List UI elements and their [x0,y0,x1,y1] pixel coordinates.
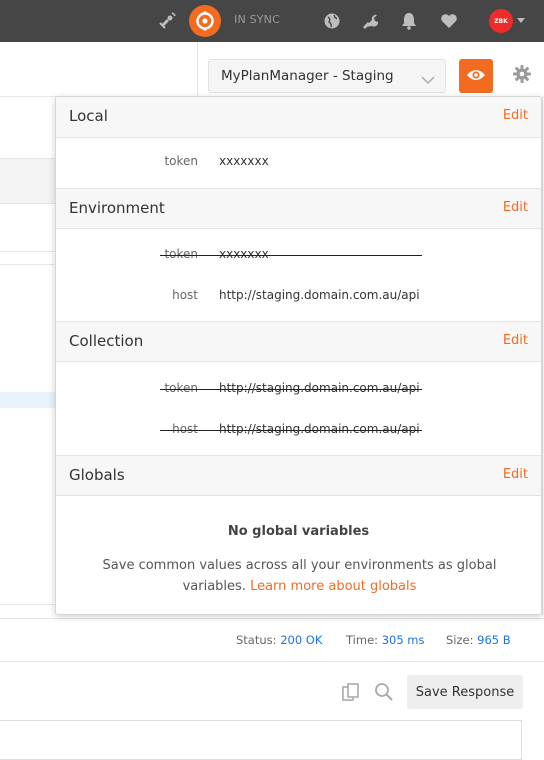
selected-row-highlight [0,392,60,408]
variable-key: token [164,381,198,395]
strikethrough-line [160,389,422,390]
time-value: 305 ms [381,633,425,647]
strikethrough-line [160,430,422,431]
environment-section-header: Environment Edit [56,188,541,229]
variable-key: token [164,247,198,261]
collection-section-header: Collection Edit [56,321,541,362]
section-title: Local [69,107,108,125]
heart-icon[interactable] [437,9,461,33]
response-time: Time: 305 ms [346,633,425,647]
environment-select-value: MyPlanManager - Staging [221,68,394,84]
variable-value: xxxxxxx [219,247,269,261]
satellite-icon[interactable] [155,9,179,33]
wrench-icon[interactable] [359,9,383,33]
search-icon[interactable] [374,682,394,706]
variable-value: http://staging.domain.com.au/api [219,422,420,436]
variable-key: host [172,422,198,436]
top-header-bar: IN SYNC ZBK [0,0,544,42]
variable-value: http://staging.domain.com.au/api [219,381,420,395]
avatar[interactable]: ZBK [489,9,513,33]
divider [197,42,198,96]
variable-row-overridden: token http://staging.domain.com.au/api [56,381,541,401]
local-section-header: Local Edit [56,97,541,138]
chevron-down-icon[interactable] [517,18,525,23]
divider [542,96,543,616]
section-title: Collection [69,332,144,350]
response-body-area[interactable] [0,720,522,760]
status-value: 200 OK [280,633,323,647]
avatar-text: ZBK [494,17,508,25]
variable-row: token xxxxxxx [56,154,541,174]
variable-row: host http://staging.domain.com.au/api [56,288,541,308]
learn-more-globals-link[interactable]: Learn more about globals [250,579,416,594]
variable-row-overridden: host http://staging.domain.com.au/api [56,422,541,442]
strikethrough-line [160,255,422,256]
divider [0,203,60,204]
response-status: Status: 200 OK [236,633,322,647]
divider [0,251,60,252]
environment-select[interactable]: MyPlanManager - Staging [208,59,446,93]
globals-edit-link[interactable]: Edit [503,467,528,482]
variable-value: xxxxxxx [219,154,269,168]
size-value: 965 B [477,633,511,647]
variable-key: token [164,154,198,168]
variable-key: host [172,288,198,302]
empty-state-description: Save common values across all your envir… [86,555,513,597]
tab-strip [0,159,60,203]
status-label: Status: [236,633,277,647]
bell-icon[interactable] [397,9,421,33]
chevron-down-icon [421,70,435,89]
globals-section-header: Globals Edit [56,455,541,496]
section-title: Globals [69,466,125,484]
sync-status-label: IN SYNC [234,13,280,26]
environment-quick-look-button[interactable] [459,59,493,93]
environment-edit-link[interactable]: Edit [503,200,528,215]
empty-state-title: No global variables [227,524,370,539]
time-label: Time: [346,633,379,647]
divider [0,618,544,619]
response-size: Size: 965 B [446,633,511,647]
section-title: Environment [69,199,165,217]
sync-icon[interactable] [189,5,221,37]
save-response-button[interactable]: Save Response [407,675,523,709]
divider [0,604,60,605]
environment-quick-look-popup: Local Edit token xxxxxxx Environment Edi… [55,96,542,615]
gear-icon [512,64,532,88]
variable-row-overridden: token xxxxxxx [56,247,541,267]
size-label: Size: [446,633,474,647]
eye-icon [466,67,486,86]
globe-icon[interactable] [320,9,344,33]
copy-icon[interactable] [341,682,361,706]
manage-environments-button[interactable] [505,59,539,93]
collection-edit-link[interactable]: Edit [503,333,528,348]
variable-value: http://staging.domain.com.au/api [219,288,420,302]
divider [0,661,544,662]
divider [0,264,60,265]
local-edit-link[interactable]: Edit [503,108,528,123]
